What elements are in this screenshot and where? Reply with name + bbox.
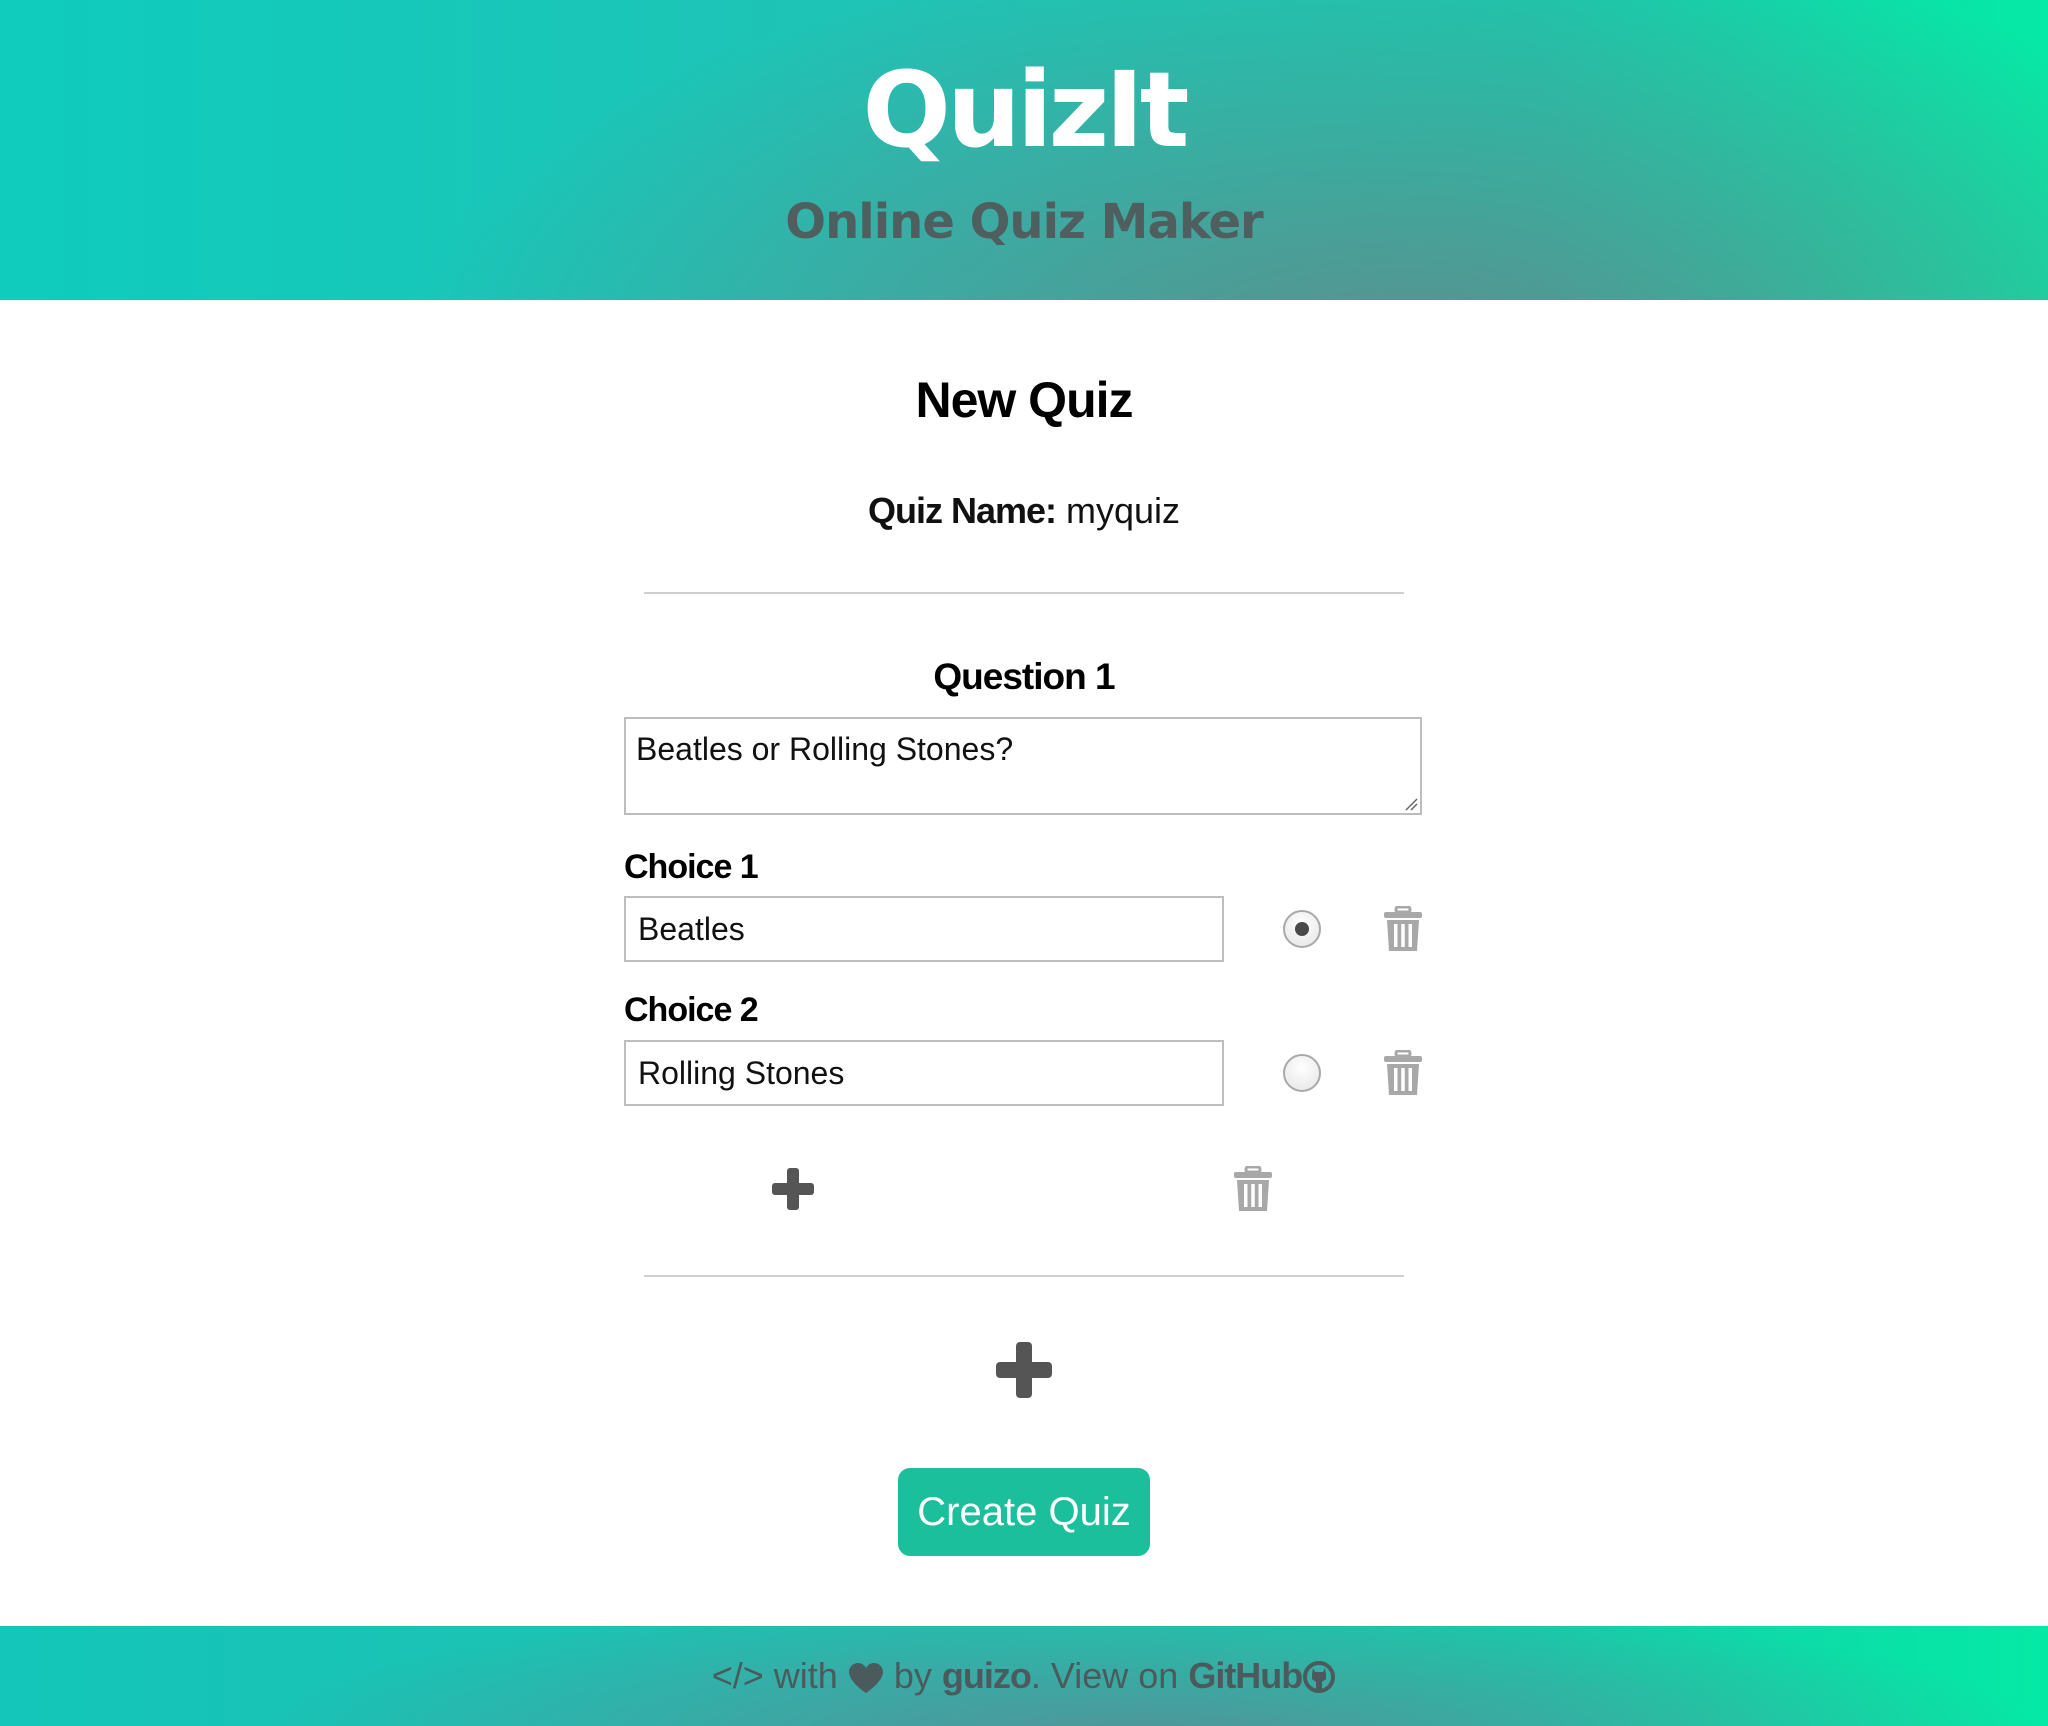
trash-icon[interactable] <box>1233 1166 1273 1212</box>
page-title: New Quiz <box>915 372 1133 428</box>
choice-input[interactable]: Rolling Stones <box>624 1040 1224 1106</box>
author-link[interactable]: guizo <box>942 1655 1032 1696</box>
correct-choice-radio[interactable] <box>1283 1054 1321 1092</box>
code-icon: </> <box>711 1655 764 1696</box>
divider <box>644 1275 1404 1277</box>
footer-credits: </> with by guizo. View on GitHub <box>0 1650 2048 1702</box>
footer-view-on: . View on <box>1030 1655 1179 1696</box>
choice-label: Choice 2 <box>624 991 759 1029</box>
footer: </> with by guizo. View on GitHub <box>0 1626 2048 1726</box>
footer-by: by <box>893 1655 932 1696</box>
heart-icon <box>848 1663 883 1693</box>
question-text: Beatles or Rolling Stones? <box>636 731 1014 767</box>
plus-icon[interactable] <box>996 1342 1052 1398</box>
tagline: Online Quiz Maker <box>785 194 1263 250</box>
resize-grip-icon[interactable] <box>1404 797 1418 811</box>
github-icon[interactable] <box>1302 1660 1336 1694</box>
trash-icon[interactable] <box>1383 906 1423 952</box>
correct-choice-radio[interactable] <box>1283 910 1321 948</box>
quiz-name-value: myquiz <box>1066 490 1181 531</box>
choice-input[interactable]: Beatles <box>624 896 1224 962</box>
logo[interactable]: QuizIt <box>0 40 2048 180</box>
header: QuizIt Online Quiz Maker <box>0 0 2048 300</box>
plus-icon[interactable] <box>772 1168 814 1210</box>
question-textarea[interactable]: Beatles or Rolling Stones? <box>624 717 1422 815</box>
quiz-name-row: Quiz Name: myquiz <box>0 486 2048 536</box>
divider <box>644 592 1404 594</box>
question-title: Question 1 <box>933 656 1115 697</box>
radio-dot <box>1295 922 1309 936</box>
create-quiz-button[interactable]: Create Quiz <box>898 1468 1150 1556</box>
trash-icon[interactable] <box>1383 1050 1423 1096</box>
footer-with: with <box>773 1655 838 1696</box>
quiz-name-label: Quiz Name: <box>867 490 1057 531</box>
choice-label: Choice 1 <box>624 848 759 886</box>
github-link[interactable]: GitHub <box>1188 1655 1303 1696</box>
